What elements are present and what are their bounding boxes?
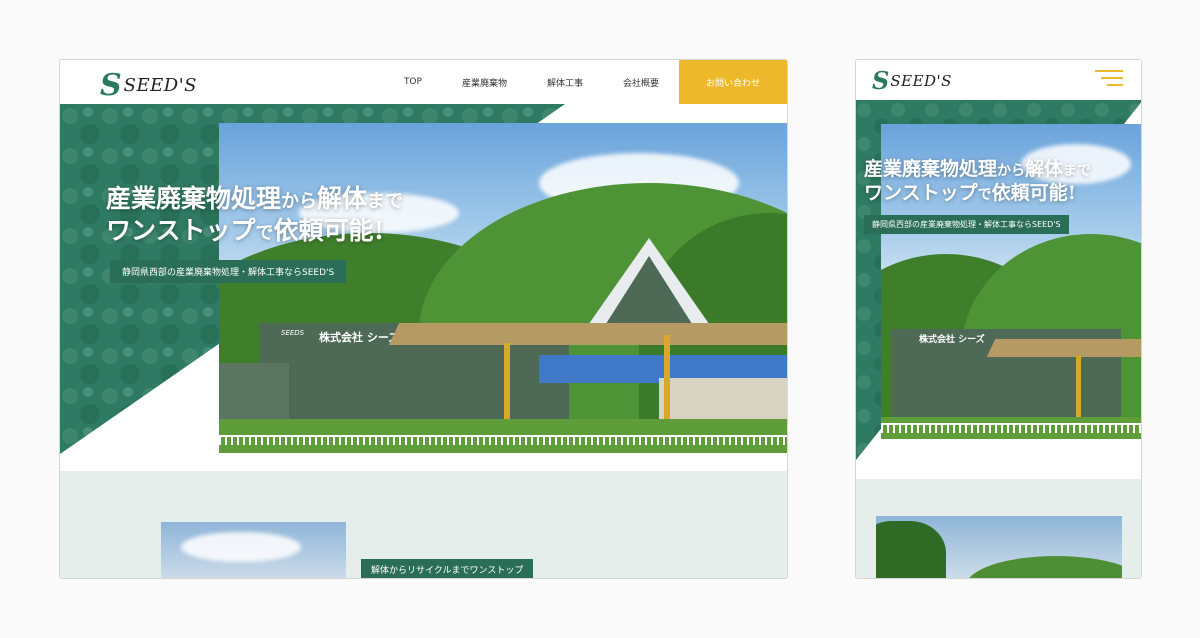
nav-item-industrial-waste[interactable]: 産業廃棄物 (462, 76, 507, 89)
hero-title-part: 依頼可能! (273, 216, 385, 245)
hero-title-part: ワンストップ (864, 181, 978, 204)
hero-title: 産業廃棄物処理から解体まで ワンストップで依頼可能! (106, 184, 403, 246)
hero-title-part: で (255, 223, 274, 244)
intro-label: 解体からリサイクルまでワンストップ (361, 559, 534, 578)
intro-image (161, 522, 346, 578)
building-sign: 株式会社 シーズ (319, 331, 400, 344)
hero-title-part: で (977, 186, 992, 203)
contact-button[interactable]: お問い合わせ (679, 60, 787, 104)
site-logo[interactable]: S SEED'S (872, 66, 952, 95)
hero-title-part: 依頼可能! (991, 181, 1076, 204)
hero-badge: 静岡県西部の産業廃棄物処理・解体工事ならSEED'S (864, 215, 1069, 234)
intro-image (876, 516, 1122, 578)
hero-badge: 静岡県西部の産業廃棄物処理・解体工事ならSEED'S (110, 260, 347, 283)
site-header: S SEED'S (856, 60, 1141, 100)
building-sign: 株式会社 シーズ (919, 335, 985, 345)
main-nav: TOP 産業廃棄物 解体工事 会社概要 (404, 60, 659, 104)
desktop-preview: 株式会社 シーズ SEEDS S SEED'S TOP 産業廃棄物 解体工事 会… (59, 59, 788, 579)
hamburger-menu-icon[interactable] (1095, 70, 1123, 88)
hero-title-part: から (997, 163, 1026, 179)
hero-title-part: 解体 (317, 184, 368, 213)
hero-title-part: 産業廃棄物処理 (106, 184, 282, 213)
nav-item-top[interactable]: TOP (404, 77, 422, 87)
hero-title-part: ワンストップ (106, 216, 256, 245)
logo-mark: S (872, 66, 890, 95)
logo-mark: S (100, 68, 122, 103)
hero-title-part: 産業廃棄物処理 (864, 158, 998, 180)
hero-title-part: 解体 (1025, 158, 1064, 180)
building-logo: SEEDS (281, 329, 305, 337)
hero-title-part: から (281, 191, 318, 212)
nav-item-company[interactable]: 会社概要 (623, 76, 659, 89)
hero-title-part: まで (367, 191, 404, 212)
hero-photo: 株式会社 シーズ SEEDS (219, 123, 787, 453)
logo-text: SEED'S (123, 75, 197, 96)
site-header: S SEED'S TOP 産業廃棄物 解体工事 会社概要 お問い合わせ (60, 60, 787, 104)
logo-text: SEED'S (890, 71, 952, 90)
intro-section: 解体からリサイクルまでワンストップ (60, 471, 787, 578)
mobile-preview: 株式会社 シーズ S SEED'S 産業廃棄物処理から解体まで ワンストップで依… (855, 59, 1142, 579)
hero-title-part: まで (1063, 163, 1092, 179)
nav-item-demolition[interactable]: 解体工事 (547, 76, 583, 89)
hero-title: 産業廃棄物処理から解体まで ワンストップで依頼可能! (864, 158, 1091, 205)
intro-section (856, 479, 1141, 578)
site-logo[interactable]: S SEED'S (100, 68, 197, 103)
